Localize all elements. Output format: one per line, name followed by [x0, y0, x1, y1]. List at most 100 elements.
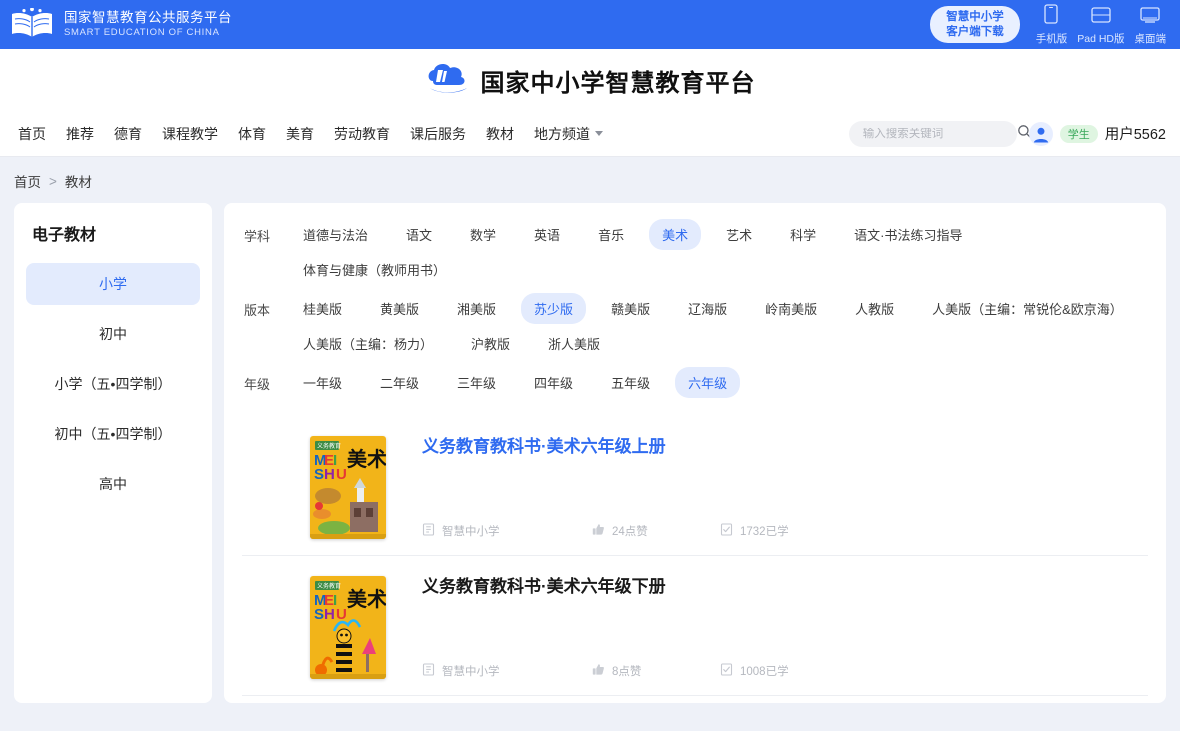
filter-label-grade: 年级: [244, 377, 271, 392]
brand-title-en: SMART EDUCATION OF CHINA: [64, 26, 220, 38]
nav-item-curriculum[interactable]: 课程教学: [152, 120, 228, 148]
chevron-down-icon: [595, 131, 603, 136]
learned-icon: [720, 523, 733, 539]
book-cover-image[interactable]: 义务教育 M E I S H U 美术: [310, 576, 386, 679]
site-logo[interactable]: 国家中小学智慧教育平台: [425, 61, 756, 99]
chip-version-huangmei[interactable]: 黄美版: [367, 293, 432, 324]
sidebar-item-primary-54[interactable]: 小学（五•四学制）: [26, 363, 200, 405]
chip-grade-6[interactable]: 六年级: [675, 367, 741, 398]
chip-version-renmei-yangli[interactable]: 人美版（主编：杨力）: [290, 328, 446, 359]
thumbs-up-icon: [592, 663, 605, 679]
client-download-line2: 客户端下载: [946, 25, 1004, 38]
breadcrumb-current: 教材: [64, 175, 92, 190]
nav-item-after-school[interactable]: 课后服务: [400, 120, 476, 148]
chip-grade-2[interactable]: 二年级: [367, 367, 432, 398]
chip-version-lingnanmei[interactable]: 岭南美版: [752, 293, 830, 324]
book-likes: 24点赞: [592, 523, 720, 539]
book-likes-label: 24点赞: [612, 526, 648, 538]
nav-item-local-channel[interactable]: 地方频道: [524, 120, 613, 148]
platform-brand[interactable]: 国家智慧教育公共服务平台 SMART EDUCATION OF CHINA: [10, 6, 232, 42]
thumbs-up-icon: [592, 523, 605, 539]
chip-version-hujiao[interactable]: 沪教版: [458, 328, 523, 359]
device-link-mobile[interactable]: 手机版: [1035, 3, 1068, 46]
nav-item-home[interactable]: 首页: [8, 120, 56, 148]
top-blue-bar: 国家智慧教育公共服务平台 SMART EDUCATION OF CHINA 智慧…: [0, 0, 1180, 49]
svg-text:U: U: [336, 466, 347, 483]
book-meta: 智慧中小学 8点赞 1008已学: [422, 663, 1116, 679]
chip-version-zherenmei[interactable]: 浙人美版: [535, 328, 613, 359]
device-link-tablet[interactable]: Pad HD版: [1077, 6, 1125, 46]
learned-icon: [720, 663, 733, 679]
svg-text:义务教育: 义务教育: [317, 582, 341, 590]
nav-item-aesthetic-education[interactable]: 美育: [276, 120, 324, 148]
book-meta: 智慧中小学 24点赞 1732已学: [422, 523, 1116, 539]
breadcrumb-home[interactable]: 首页: [14, 171, 41, 191]
chip-grade-1[interactable]: 一年级: [290, 367, 355, 398]
svg-text:义务教育: 义务教育: [317, 442, 341, 450]
chip-version-renmei-changruilun[interactable]: 人美版（主编：常锐伦&欧京海）: [919, 293, 1136, 324]
chip-version-sushao[interactable]: 苏少版: [521, 293, 587, 324]
list-item[interactable]: 义务教育 M E I S H U 美术: [242, 555, 1148, 695]
user-area[interactable]: 学生 用户5562: [1028, 121, 1166, 146]
device-link-desktop[interactable]: 桌面端: [1135, 6, 1166, 46]
sidebar-item-junior-high[interactable]: 初中: [26, 313, 200, 355]
chip-grade-3[interactable]: 三年级: [444, 367, 509, 398]
svg-text:美术: 美术: [347, 587, 386, 611]
book-cover-image[interactable]: 义务教育 M E I S H U 美术: [310, 436, 386, 539]
book-info: 义务教育教科书·美术六年级上册 智慧中小学 24点赞 1732已学: [422, 436, 1116, 539]
filter-chips-subject: 道德与法治 语文 数学 英语 音乐 美术 艺术 科学 语文·书法练习指导 体育与…: [284, 219, 1148, 289]
user-name[interactable]: 用户5562: [1105, 123, 1166, 144]
nav-item-textbooks[interactable]: 教材: [476, 120, 524, 148]
user-role-badge: 学生: [1059, 124, 1098, 143]
client-download-button[interactable]: 智慧中小学 客户端下载: [930, 6, 1020, 43]
nav-item-moral-education[interactable]: 德育: [104, 120, 152, 148]
filter-label-version: 版本: [244, 303, 271, 318]
chip-subject-music[interactable]: 音乐: [585, 219, 637, 250]
book-learned-label: 1008已学: [740, 666, 789, 678]
chip-subject-art[interactable]: 艺术: [713, 219, 765, 250]
chip-subject-fine-arts[interactable]: 美术: [649, 219, 702, 250]
chip-subject-morality[interactable]: 道德与法治: [290, 219, 381, 250]
svg-text:S: S: [314, 606, 324, 623]
chip-subject-math[interactable]: 数学: [457, 219, 509, 250]
sidebar-item-junior-54[interactable]: 初中（五•四学制）: [26, 413, 200, 455]
client-download-line1: 智慧中小学: [946, 11, 1004, 24]
nav-item-physical-education[interactable]: 体育: [228, 120, 276, 148]
chip-grade-4[interactable]: 四年级: [521, 367, 586, 398]
filter-label-subject: 学科: [244, 229, 271, 244]
svg-text:S: S: [314, 466, 324, 483]
book-title[interactable]: 义务教育教科书·美术六年级上册: [422, 436, 1116, 458]
book-likes: 8点赞: [592, 663, 720, 679]
sidebar-title: 电子教材: [32, 227, 97, 244]
textbook-list: 义务教育 M E I S H U 美术 义务教育教科书·美术六年级上册 智慧中小…: [242, 416, 1148, 696]
chip-subject-calligraphy[interactable]: 语文·书法练习指导: [841, 219, 975, 250]
nav-item-labor-education[interactable]: 劳动教育: [324, 120, 400, 148]
sidebar-item-primary-school[interactable]: 小学: [26, 263, 200, 305]
list-item[interactable]: 义务教育 M E I S H U 美术: [242, 416, 1148, 555]
filter-chips-grade: 一年级 二年级 三年级 四年级 五年级 六年级: [284, 367, 746, 402]
search-input[interactable]: [862, 127, 1017, 140]
sidebar-item-senior-high[interactable]: 高中: [26, 463, 200, 505]
tablet-icon: [1091, 6, 1111, 29]
chip-grade-5[interactable]: 五年级: [598, 367, 663, 398]
chip-version-guimei[interactable]: 桂美版: [290, 293, 355, 324]
chip-version-liaohai[interactable]: 辽海版: [675, 293, 740, 324]
chip-subject-pe-health-teacher[interactable]: 体育与健康（教师用书）: [290, 254, 459, 285]
chip-version-ganmei[interactable]: 赣美版: [598, 293, 663, 324]
filter-row-grade: 年级 一年级 二年级 三年级 四年级 五年级 六年级: [242, 367, 1148, 402]
chip-subject-science[interactable]: 科学: [777, 219, 829, 250]
cloud-logo-icon: [425, 61, 471, 99]
user-avatar-icon[interactable]: [1028, 121, 1053, 146]
chip-subject-english[interactable]: 英语: [521, 219, 573, 250]
book-publisher: 智慧中小学: [422, 523, 592, 539]
chip-version-xiangmei[interactable]: 湘美版: [444, 293, 509, 324]
book-learned: 1732已学: [720, 523, 789, 539]
device-label-mobile: 手机版: [1035, 32, 1068, 45]
chip-version-renjiao[interactable]: 人教版: [842, 293, 907, 324]
nav-item-recommend[interactable]: 推荐: [56, 120, 104, 148]
book-title[interactable]: 义务教育教科书·美术六年级下册: [422, 576, 1116, 598]
search-box[interactable]: [848, 120, 1031, 147]
chip-subject-chinese[interactable]: 语文: [393, 219, 445, 250]
book-icon: [422, 663, 435, 679]
brand-title-cn: 国家智慧教育公共服务平台: [64, 10, 232, 26]
